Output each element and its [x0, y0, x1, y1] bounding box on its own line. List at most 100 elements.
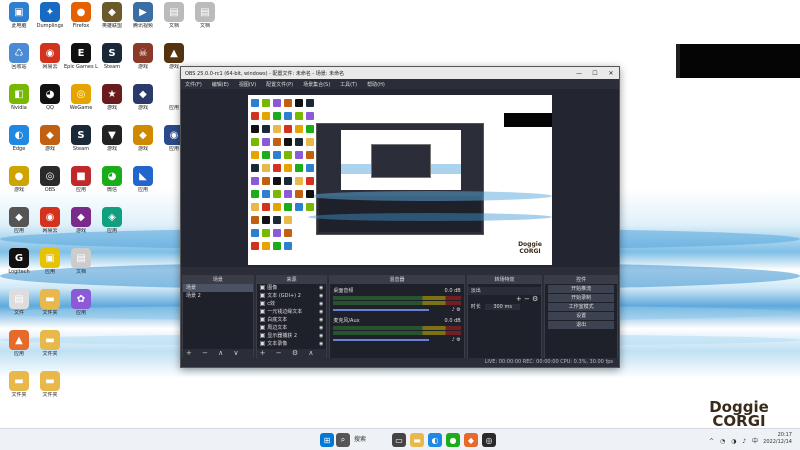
speaker-icon[interactable]: ♪ ⚙	[451, 337, 460, 343]
desktop-icon[interactable]: ◆ 游戏	[33, 125, 67, 152]
desktop-icon[interactable]: ▤ 文档	[64, 248, 98, 275]
desktop-icon[interactable]: ◉ 网易云	[33, 207, 67, 234]
desktop-icon[interactable]: ▬ 文件夹	[33, 330, 67, 357]
desktop-icon[interactable]: ✿ 应用	[64, 289, 98, 316]
search-icon[interactable]: ⌕	[336, 433, 350, 447]
desktop-icon[interactable]: ◆ 英雄联盟	[95, 2, 129, 29]
desktop-icon[interactable]: ▤ 文档	[157, 2, 191, 29]
menu-item[interactable]: 文件(F)	[185, 81, 202, 88]
desktop-icon[interactable]: ✦ Dumplings	[33, 2, 67, 29]
desktop-icon[interactable]: ■ 应用	[64, 166, 98, 193]
desktop-icon[interactable]: ▬ 文件夹	[33, 371, 67, 398]
transition-select[interactable]: 淡出	[467, 287, 542, 295]
preview-area[interactable]: Doggie CORGI	[181, 89, 619, 267]
desktop-icon[interactable]: E Epic Games Launcher	[64, 43, 98, 70]
desktop-icon[interactable]: ▬ 文件夹	[33, 289, 67, 316]
source-item[interactable]: ▣ c效 ◉	[257, 300, 327, 308]
visibility-eye-icon[interactable]: ◉	[319, 285, 323, 291]
task-view-icon[interactable]: ▭	[392, 433, 406, 447]
menu-item[interactable]: 场景集合(S)	[303, 81, 330, 88]
scene-item[interactable]: 场景 2	[183, 292, 253, 300]
source-item[interactable]: ▣ 周边文本 ◉	[257, 324, 327, 332]
desktop-icon[interactable]: ◆ 应用	[2, 207, 36, 234]
scene-item[interactable]: 场景	[183, 284, 253, 292]
close-button[interactable]: ✕	[603, 70, 619, 77]
visibility-eye-icon[interactable]: ◉	[319, 333, 323, 339]
desktop-icon[interactable]: ★ 游戏	[95, 84, 129, 111]
desktop-icon[interactable]: ◈ 应用	[95, 207, 129, 234]
visibility-eye-icon[interactable]: ◉	[319, 325, 323, 331]
menu-item[interactable]: 帮助(H)	[367, 81, 385, 88]
desktop-icon[interactable]: ▼ 游戏	[95, 125, 129, 152]
obs-window[interactable]: OBS 25.0.0-rc1 (64-bit, windows) - 配置文件:…	[180, 66, 620, 368]
taskbar-search-label[interactable]: 搜索	[354, 434, 366, 443]
desktop-icon[interactable]: ▤ 文件	[2, 289, 36, 316]
file-explorer-icon[interactable]: ▬	[410, 433, 424, 447]
app-icon[interactable]: ◆	[464, 433, 478, 447]
source-item[interactable]: ▣ 显示器捕获 2 ◉	[257, 332, 327, 340]
start-streaming-button[interactable]: 开始推流	[548, 285, 614, 293]
desktop-icon[interactable]: ● 游戏	[2, 166, 36, 193]
transition-add-remove[interactable]: + − ⚙	[468, 295, 542, 303]
volume-slider[interactable]	[333, 338, 430, 341]
desktop-icon[interactable]: ◕ QQ	[33, 84, 67, 111]
sources-toolbar[interactable]: + − ⚙ ∧ ∨	[256, 349, 327, 366]
desktop-icon[interactable]: ◐ Edge	[2, 125, 36, 152]
visibility-eye-icon[interactable]: ◉	[319, 309, 323, 315]
source-item[interactable]: ▣ 文本 (GDI+) 2 ◉	[257, 292, 327, 300]
system-tray-icons[interactable]: ^ ◔ ◑ ♪ 中	[709, 436, 760, 445]
desktop-icon[interactable]: ▣ 此电脑	[2, 2, 36, 29]
mini-desktop-icon	[284, 151, 292, 159]
desktop-icon[interactable]: ◕ 微信	[95, 166, 129, 193]
desktop-icon[interactable]: ▤ 文档	[188, 2, 222, 29]
desktop-icon[interactable]: ◉ 网易云	[33, 43, 67, 70]
desktop-icon[interactable]: ◆ 游戏	[126, 84, 160, 111]
volume-slider[interactable]	[333, 308, 430, 311]
desktop-icon[interactable]: ◆ 游戏	[126, 125, 160, 152]
desktop-icon[interactable]: ▲ 应用	[2, 330, 36, 357]
mini-desktop-icon	[295, 112, 303, 120]
duration-input[interactable]: 300 ms	[485, 304, 520, 310]
visibility-eye-icon[interactable]: ◉	[319, 341, 323, 347]
desktop-icon[interactable]: ▶ 腾讯视频	[126, 2, 160, 29]
windows-start-icon[interactable]: ⊞	[320, 433, 334, 447]
system-clock[interactable]: 20:17 2022/12/14	[763, 432, 792, 446]
desktop-icon[interactable]: ▣ 应用	[33, 248, 67, 275]
source-item[interactable]: ▣ 一元钱边缘文本 ◉	[257, 308, 327, 316]
desktop-icon[interactable]: S Steam	[95, 43, 129, 70]
app-icon[interactable]: ●	[446, 433, 460, 447]
speaker-icon[interactable]: ♪ ⚙	[451, 307, 460, 313]
desktop-icon[interactable]: ◧ Nvidia	[2, 84, 36, 111]
source-item[interactable]: ▣ 图像 ◉	[257, 284, 327, 292]
desktop-icon[interactable]: ♺ 回收站	[2, 43, 36, 70]
desktop-icon[interactable]: ● Firefox	[64, 2, 98, 29]
desktop-icon[interactable]: ◎ WeGame	[64, 84, 98, 111]
desktop-icon[interactable]: ☠ 游戏	[126, 43, 160, 70]
exit-button[interactable]: 退出	[548, 321, 614, 329]
menu-item[interactable]: 配置文件(P)	[266, 81, 293, 88]
source-item[interactable]: ▣ 文本录像 ◉	[257, 340, 327, 348]
studio-mode-button[interactable]: 工作室模式	[548, 303, 614, 311]
visibility-eye-icon[interactable]: ◉	[319, 317, 323, 323]
settings-button[interactable]: 设置	[548, 312, 614, 320]
visibility-eye-icon[interactable]: ◉	[319, 301, 323, 307]
menu-item[interactable]: 工具(T)	[340, 81, 357, 88]
obs-title-bar[interactable]: OBS 25.0.0-rc1 (64-bit, windows) - 配置文件:…	[181, 67, 619, 79]
mixer-channel: 桌面音频 0.0 dB ♪ ⚙	[330, 287, 463, 314]
obs-icon[interactable]: ◎	[482, 433, 496, 447]
source-item[interactable]: ▣ 白底文本 ◉	[257, 316, 327, 324]
minimize-button[interactable]: —	[571, 70, 587, 77]
menu-item[interactable]: 编辑(E)	[212, 81, 229, 88]
visibility-eye-icon[interactable]: ◉	[319, 293, 323, 299]
maximize-button[interactable]: ☐	[587, 70, 603, 77]
desktop-icon[interactable]: ◆ 游戏	[64, 207, 98, 234]
scenes-toolbar[interactable]: + − ∧ ∨	[183, 349, 253, 358]
desktop-icon[interactable]: ◣ 应用	[126, 166, 160, 193]
start-recording-button[interactable]: 开始录制	[548, 294, 614, 302]
edge-icon[interactable]: ◐	[428, 433, 442, 447]
desktop-icon[interactable]: S Steam	[64, 125, 98, 152]
desktop-icon[interactable]: ◎ OBS	[33, 166, 67, 193]
desktop-icon[interactable]: ▬ 文件夹	[2, 371, 36, 398]
desktop-icon[interactable]: G Logitech	[2, 248, 36, 275]
menu-item[interactable]: 视图(V)	[239, 81, 256, 88]
